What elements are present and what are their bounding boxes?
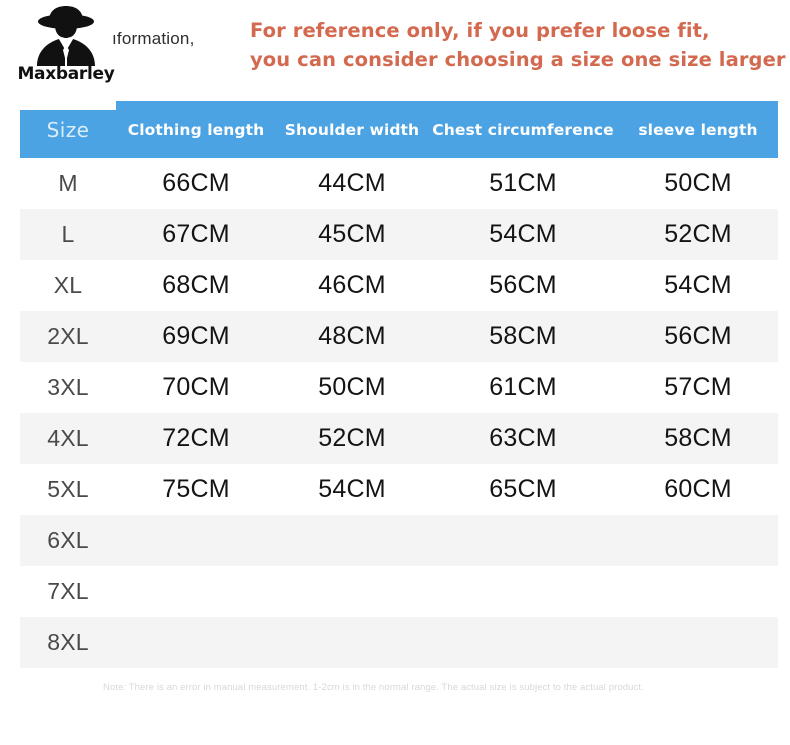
- cell-clothing-length: 67CM: [162, 220, 230, 248]
- cell-sleeve-length: 50CM: [664, 169, 732, 197]
- table-row: 5XL 75CM 54CM 65CM 60CM: [20, 464, 778, 515]
- section-caption: ıformation,: [112, 29, 195, 48]
- table-row: M 66CM 44CM 51CM 50CM: [20, 158, 778, 209]
- cell-sleeve-length: 56CM: [664, 322, 732, 350]
- fit-notice-line-1: For reference only, if you prefer loose …: [250, 19, 710, 42]
- cell-shoulder-width: 45CM: [318, 220, 386, 248]
- cell-shoulder-width: 52CM: [318, 424, 386, 452]
- cell-chest-circumference: 58CM: [489, 322, 557, 350]
- measurement-disclaimer: Note: There is an error in manual measur…: [103, 682, 644, 693]
- cell-size: XL: [53, 272, 83, 298]
- column-header-clothing-length: Clothing length: [127, 120, 265, 139]
- cell-chest-circumference: 61CM: [489, 373, 557, 401]
- cell-size: 4XL: [47, 425, 89, 451]
- column-header-shoulder-width: Shoulder width: [284, 120, 420, 139]
- size-chart-table: Size Clothing length Shoulder width Ches…: [20, 101, 778, 668]
- cell-shoulder-width: 54CM: [318, 475, 386, 503]
- table-row: 3XL 70CM 50CM 61CM 57CM: [20, 362, 778, 413]
- cell-size: 5XL: [47, 476, 89, 502]
- cell-shoulder-width: 50CM: [318, 373, 386, 401]
- column-header-size: Size: [46, 117, 90, 142]
- cell-clothing-length: 66CM: [162, 169, 230, 197]
- fit-notice: For reference only, if you prefer loose …: [250, 16, 786, 74]
- cell-size: M: [58, 170, 78, 196]
- cell-clothing-length: 70CM: [162, 373, 230, 401]
- cell-sleeve-length: 57CM: [664, 373, 732, 401]
- table-row: 6XL: [20, 515, 778, 566]
- column-header-sleeve-length: sleeve length: [638, 120, 758, 139]
- cell-clothing-length: 68CM: [162, 271, 230, 299]
- cell-chest-circumference: 54CM: [489, 220, 557, 248]
- cell-shoulder-width: 48CM: [318, 322, 386, 350]
- brand-name: Maxbarley: [17, 64, 115, 84]
- cell-sleeve-length: 52CM: [664, 220, 732, 248]
- cell-chest-circumference: 65CM: [489, 475, 557, 503]
- column-header-chest-circumference: Chest circumference: [432, 120, 614, 139]
- table-row: 7XL: [20, 566, 778, 617]
- cell-sleeve-length: 58CM: [664, 424, 732, 452]
- person-in-wide-brim-hat-icon: [37, 6, 95, 66]
- table-row: XL 68CM 46CM 56CM 54CM: [20, 260, 778, 311]
- table-row: L 67CM 45CM 54CM 52CM: [20, 209, 778, 260]
- cell-size: 3XL: [47, 374, 89, 400]
- cell-sleeve-length: 60CM: [664, 475, 732, 503]
- cell-clothing-length: 69CM: [162, 322, 230, 350]
- page-header: Maxbarley ıformation, For reference only…: [0, 0, 790, 100]
- table-row: 2XL 69CM 48CM 58CM 56CM: [20, 311, 778, 362]
- cell-chest-circumference: 63CM: [489, 424, 557, 452]
- cell-size: 2XL: [47, 323, 89, 349]
- cell-size: L: [61, 221, 75, 247]
- cell-clothing-length: 72CM: [162, 424, 230, 452]
- cell-shoulder-width: 46CM: [318, 271, 386, 299]
- brand-logo: Maxbarley: [14, 4, 118, 92]
- cell-size: 8XL: [47, 629, 89, 655]
- cell-size: 7XL: [47, 578, 89, 604]
- table-row: 4XL 72CM 52CM 63CM 58CM: [20, 413, 778, 464]
- cell-sleeve-length: 54CM: [664, 271, 732, 299]
- cell-chest-circumference: 56CM: [489, 271, 557, 299]
- cell-size: 6XL: [47, 527, 89, 553]
- cell-shoulder-width: 44CM: [318, 169, 386, 197]
- table-row: 8XL: [20, 617, 778, 668]
- cell-clothing-length: 75CM: [162, 475, 230, 503]
- fit-notice-line-2: you can consider choosing a size one siz…: [250, 48, 786, 71]
- table-header: Size Clothing length Shoulder width Ches…: [20, 101, 778, 158]
- cell-chest-circumference: 51CM: [489, 169, 557, 197]
